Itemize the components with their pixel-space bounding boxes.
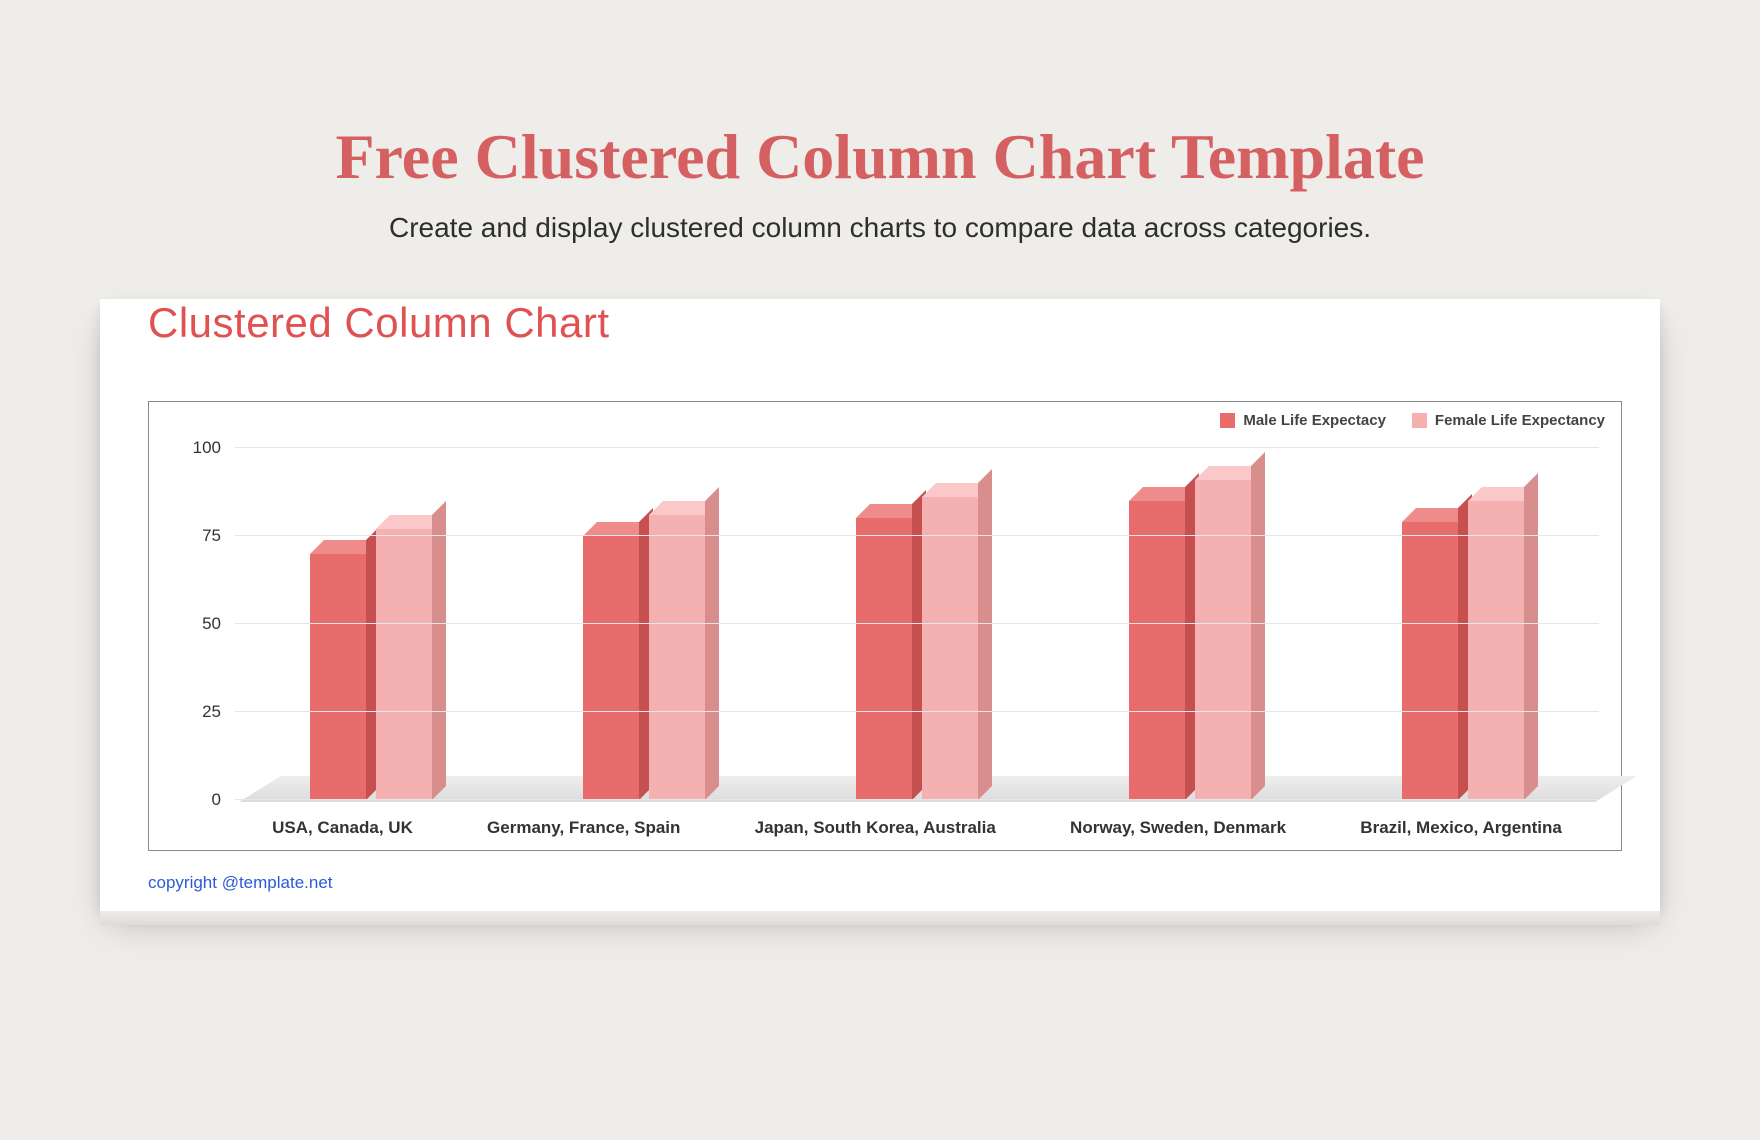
bar-male: [310, 554, 366, 800]
x-tick-label: Germany, France, Spain: [487, 818, 680, 838]
card-shadow-edge: [100, 911, 1660, 925]
bar-female: [649, 515, 705, 800]
chart-area: Male Life Expectacy Female Life Expectan…: [148, 401, 1622, 851]
gridline: [235, 711, 1599, 712]
y-tick-label: 50: [202, 614, 221, 634]
bar-male: [1129, 501, 1185, 800]
swatch-female-icon: [1412, 413, 1427, 428]
y-tick-label: 100: [193, 438, 221, 458]
copyright-text: copyright @template.net: [148, 873, 333, 893]
gridline: [235, 535, 1599, 536]
x-tick-label: Norway, Sweden, Denmark: [1070, 818, 1286, 838]
gridline: [235, 623, 1599, 624]
legend-item-male: Male Life Expectacy: [1220, 412, 1386, 429]
page-subtitle: Create and display clustered column char…: [0, 212, 1760, 244]
cluster: [310, 448, 432, 800]
cluster: [583, 448, 705, 800]
legend-label-female: Female Life Expectancy: [1435, 412, 1605, 429]
plot-area: [235, 448, 1599, 800]
clusters: [235, 448, 1599, 800]
chart-card: Clustered Column Chart Male Life Expecta…: [100, 299, 1660, 911]
swatch-male-icon: [1220, 413, 1235, 428]
bar-male: [856, 518, 912, 800]
y-tick-label: 0: [212, 790, 221, 810]
page-title: Free Clustered Column Chart Template: [0, 120, 1760, 194]
cluster: [1402, 448, 1524, 800]
gridline: [235, 799, 1599, 800]
bar-male: [1402, 522, 1458, 800]
cluster: [1129, 448, 1251, 800]
bar-female: [922, 497, 978, 800]
legend-item-female: Female Life Expectancy: [1412, 412, 1605, 429]
x-tick-label: Japan, South Korea, Australia: [755, 818, 996, 838]
chart-legend: Male Life Expectacy Female Life Expectan…: [1220, 412, 1605, 429]
bar-male: [583, 536, 639, 800]
bar-female: [1468, 501, 1524, 800]
y-axis: 0255075100: [149, 448, 235, 800]
x-tick-label: USA, Canada, UK: [272, 818, 413, 838]
legend-label-male: Male Life Expectacy: [1243, 412, 1386, 429]
y-tick-label: 25: [202, 702, 221, 722]
x-axis-labels: USA, Canada, UK Germany, France, Spain Jap…: [235, 818, 1599, 838]
chart-title: Clustered Column Chart: [148, 299, 1660, 347]
x-tick-label: Brazil, Mexico, Argentina: [1360, 818, 1562, 838]
bar-female: [376, 529, 432, 800]
y-tick-label: 75: [202, 526, 221, 546]
bar-female: [1195, 480, 1251, 800]
gridline: [235, 447, 1599, 448]
cluster: [856, 448, 978, 800]
